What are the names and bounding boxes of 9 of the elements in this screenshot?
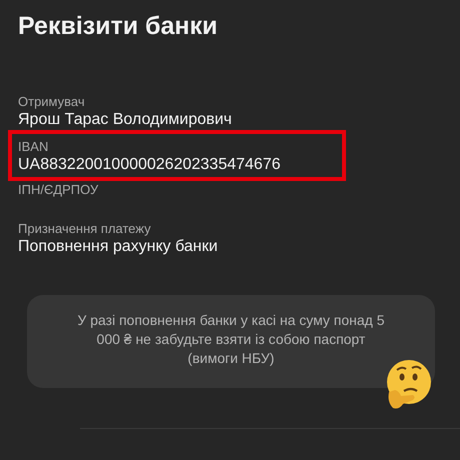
field-label: Отримувач — [18, 93, 86, 110]
field-value: UA883220010000026202335474676 — [18, 155, 282, 175]
page-title: Реквізити банки — [18, 12, 218, 41]
notice-text: У разі поповнення банки у касі на суму понад 5 000 ₴ не забудьте взяти із собою паспорт (вимоги НБУ) — [76, 311, 386, 368]
field-label: IBAN — [18, 138, 50, 155]
field-value: Ярош Тарас Володимирович — [18, 110, 233, 130]
field-value: Поповнення рахунку банки — [18, 237, 219, 257]
field-label: ІПН/ЄДРПОУ — [18, 181, 100, 198]
field-label: Призначення платежу — [18, 220, 152, 237]
